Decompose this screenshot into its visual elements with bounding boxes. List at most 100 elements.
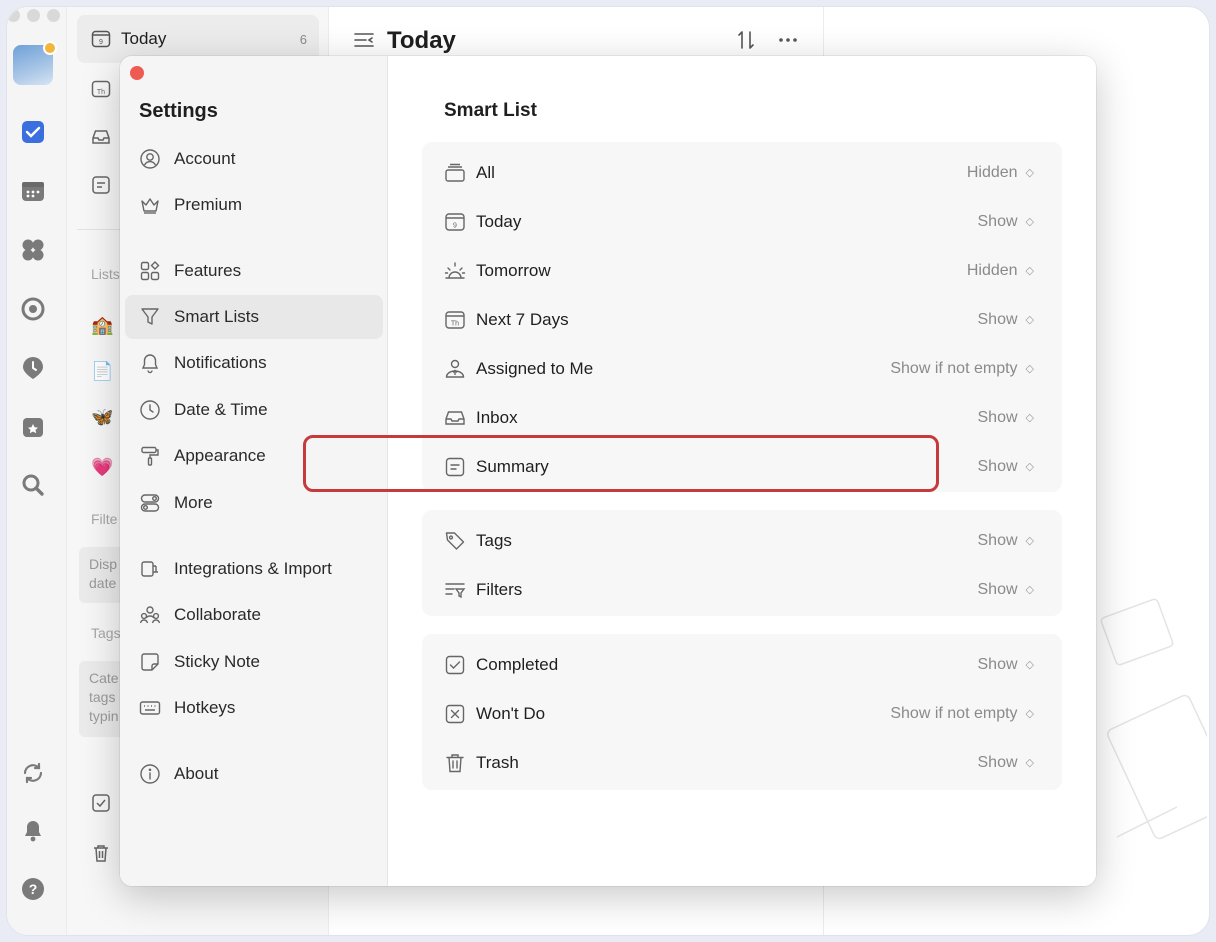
bell-icon xyxy=(139,352,161,374)
list-emoji-icon[interactable]: 💗 xyxy=(91,457,113,478)
window-dot-icon[interactable] xyxy=(47,9,60,22)
settings-dialog: Settings Account Premium Features Smart … xyxy=(120,56,1096,886)
select-value: Show if not empty xyxy=(890,359,1018,377)
list-emoji-icon[interactable]: 🦋 xyxy=(91,407,113,428)
select-value: Hidden xyxy=(966,163,1018,181)
select-value: Show xyxy=(977,212,1018,230)
sunrise-icon xyxy=(444,260,466,282)
calendar-week-icon[interactable]: Th xyxy=(91,79,111,99)
smart-list-row-wont-do[interactable]: Won't Do Show if not empty ◇ xyxy=(422,689,1062,738)
list-emoji-icon[interactable]: 📄 xyxy=(91,361,113,382)
visibility-select[interactable]: Show ◇ xyxy=(978,656,1035,674)
summary-icon[interactable] xyxy=(91,175,111,195)
matrix-icon[interactable] xyxy=(21,238,45,262)
nav-account[interactable]: Account xyxy=(125,137,383,181)
info-icon xyxy=(139,763,161,785)
section-label-lists: Lists xyxy=(91,266,120,282)
row-label: Next 7 Days xyxy=(476,309,569,329)
habit-calendar-icon[interactable] xyxy=(21,415,45,439)
smart-list-group: Completed Show ◇ Won't Do Show if not emp… xyxy=(422,634,1062,790)
keyboard-icon xyxy=(139,697,161,719)
nav-about[interactable]: About xyxy=(125,752,383,796)
smart-list-row-inbox[interactable]: Inbox Show ◇ xyxy=(422,393,1062,442)
nav-label: Premium xyxy=(174,195,243,214)
bell-icon[interactable] xyxy=(21,819,45,843)
close-button[interactable] xyxy=(130,66,144,80)
visibility-select[interactable]: Show ◇ xyxy=(978,311,1035,329)
focus-target-icon[interactable] xyxy=(21,297,45,321)
chevron-updown-icon: ◇ xyxy=(1025,363,1034,375)
smart-list-row-trash[interactable]: Trash Show ◇ xyxy=(422,738,1062,787)
search-icon[interactable] xyxy=(21,473,45,497)
count-badge: 6 xyxy=(299,31,307,47)
visibility-select[interactable]: Show if not empty ◇ xyxy=(890,360,1034,378)
smart-list-row-tags[interactable]: Tags Show ◇ xyxy=(422,516,1062,565)
nav-label: Smart Lists xyxy=(174,307,260,326)
nav-appearance[interactable]: Appearance xyxy=(125,434,383,478)
visibility-select[interactable]: Show ◇ xyxy=(978,409,1035,427)
features-icon xyxy=(139,260,161,282)
nav-smart-lists[interactable]: Smart Lists xyxy=(125,295,383,339)
smart-list-row-summary[interactable]: Summary Show ◇ xyxy=(422,442,1062,491)
visibility-select[interactable]: Show if not empty ◇ xyxy=(890,705,1034,723)
nav-notifications[interactable]: Notifications xyxy=(125,341,383,385)
more-options-icon[interactable] xyxy=(777,29,799,51)
smart-list-row-next-7-days[interactable]: Th Next 7 Days Show ◇ xyxy=(422,295,1062,344)
select-value: Show xyxy=(977,531,1018,549)
section-label-tags: Tags xyxy=(91,625,121,641)
nav-more[interactable]: More xyxy=(125,481,383,525)
summary-icon xyxy=(444,456,466,478)
people-icon xyxy=(139,604,161,626)
list-emoji-icon[interactable]: 🏫 xyxy=(91,315,113,336)
visibility-select[interactable]: Hidden ◇ xyxy=(967,164,1034,182)
window-dot-icon[interactable] xyxy=(27,9,40,22)
menu-collapse-icon[interactable] xyxy=(353,29,375,51)
completed-checkbox-icon[interactable] xyxy=(91,793,111,813)
nav-hotkeys[interactable]: Hotkeys xyxy=(125,686,383,730)
trash-icon[interactable] xyxy=(91,843,111,863)
plug-icon xyxy=(139,558,161,580)
window-dot-icon[interactable] xyxy=(7,9,20,22)
smart-list-row-completed[interactable]: Completed Show ◇ xyxy=(422,640,1062,689)
inbox-icon[interactable] xyxy=(91,127,111,147)
visibility-select[interactable]: Show ◇ xyxy=(978,213,1035,231)
row-label: Inbox xyxy=(476,407,518,427)
visibility-select[interactable]: Show ◇ xyxy=(978,532,1035,550)
nav-premium[interactable]: Premium xyxy=(125,183,383,227)
calendar-week-icon: Th xyxy=(444,309,466,331)
row-label: Summary xyxy=(476,456,549,476)
select-value: Show xyxy=(977,457,1018,475)
nav-date-time[interactable]: Date & Time xyxy=(125,388,383,432)
nav-collaborate[interactable]: Collaborate xyxy=(125,593,383,637)
clock-pin-icon[interactable] xyxy=(21,356,45,380)
calendar-day-icon: 9 xyxy=(444,211,466,233)
account-icon xyxy=(139,148,161,170)
chevron-updown-icon: ◇ xyxy=(1025,216,1034,228)
smart-list-row-all[interactable]: All Hidden ◇ xyxy=(422,148,1062,197)
visibility-select[interactable]: Show ◇ xyxy=(978,581,1035,599)
chevron-updown-icon: ◇ xyxy=(1025,757,1034,769)
nav-features[interactable]: Features xyxy=(125,249,383,293)
sort-icon[interactable] xyxy=(735,29,757,51)
chevron-updown-icon: ◇ xyxy=(1025,461,1034,473)
nav-sticky-note[interactable]: Sticky Note xyxy=(125,640,383,684)
visibility-select[interactable]: Hidden ◇ xyxy=(967,262,1034,280)
select-value: Show xyxy=(977,408,1018,426)
tasks-check-icon[interactable] xyxy=(21,120,45,144)
section-label-filters: Filte xyxy=(91,511,118,527)
smart-list-row-tomorrow[interactable]: Tomorrow Hidden ◇ xyxy=(422,246,1062,295)
visibility-select[interactable]: Show ◇ xyxy=(978,458,1035,476)
svg-text:?: ? xyxy=(29,881,38,897)
smart-list-row-filters[interactable]: Filters Show ◇ xyxy=(422,565,1062,614)
smart-list-row-today[interactable]: 9 Today Show ◇ xyxy=(422,197,1062,246)
calendar-icon[interactable] xyxy=(21,179,45,203)
toggles-icon xyxy=(139,492,161,514)
visibility-select[interactable]: Show ◇ xyxy=(978,754,1035,772)
chevron-updown-icon: ◇ xyxy=(1025,659,1034,671)
nav-integrations[interactable]: Integrations & Import xyxy=(125,547,383,591)
sync-icon[interactable] xyxy=(21,761,45,785)
nav-label: Collaborate xyxy=(174,605,261,624)
help-icon[interactable]: ? xyxy=(21,877,45,901)
smart-list-row-assigned[interactable]: Assigned to Me Show if not empty ◇ xyxy=(422,344,1062,393)
clock-icon xyxy=(139,399,161,421)
